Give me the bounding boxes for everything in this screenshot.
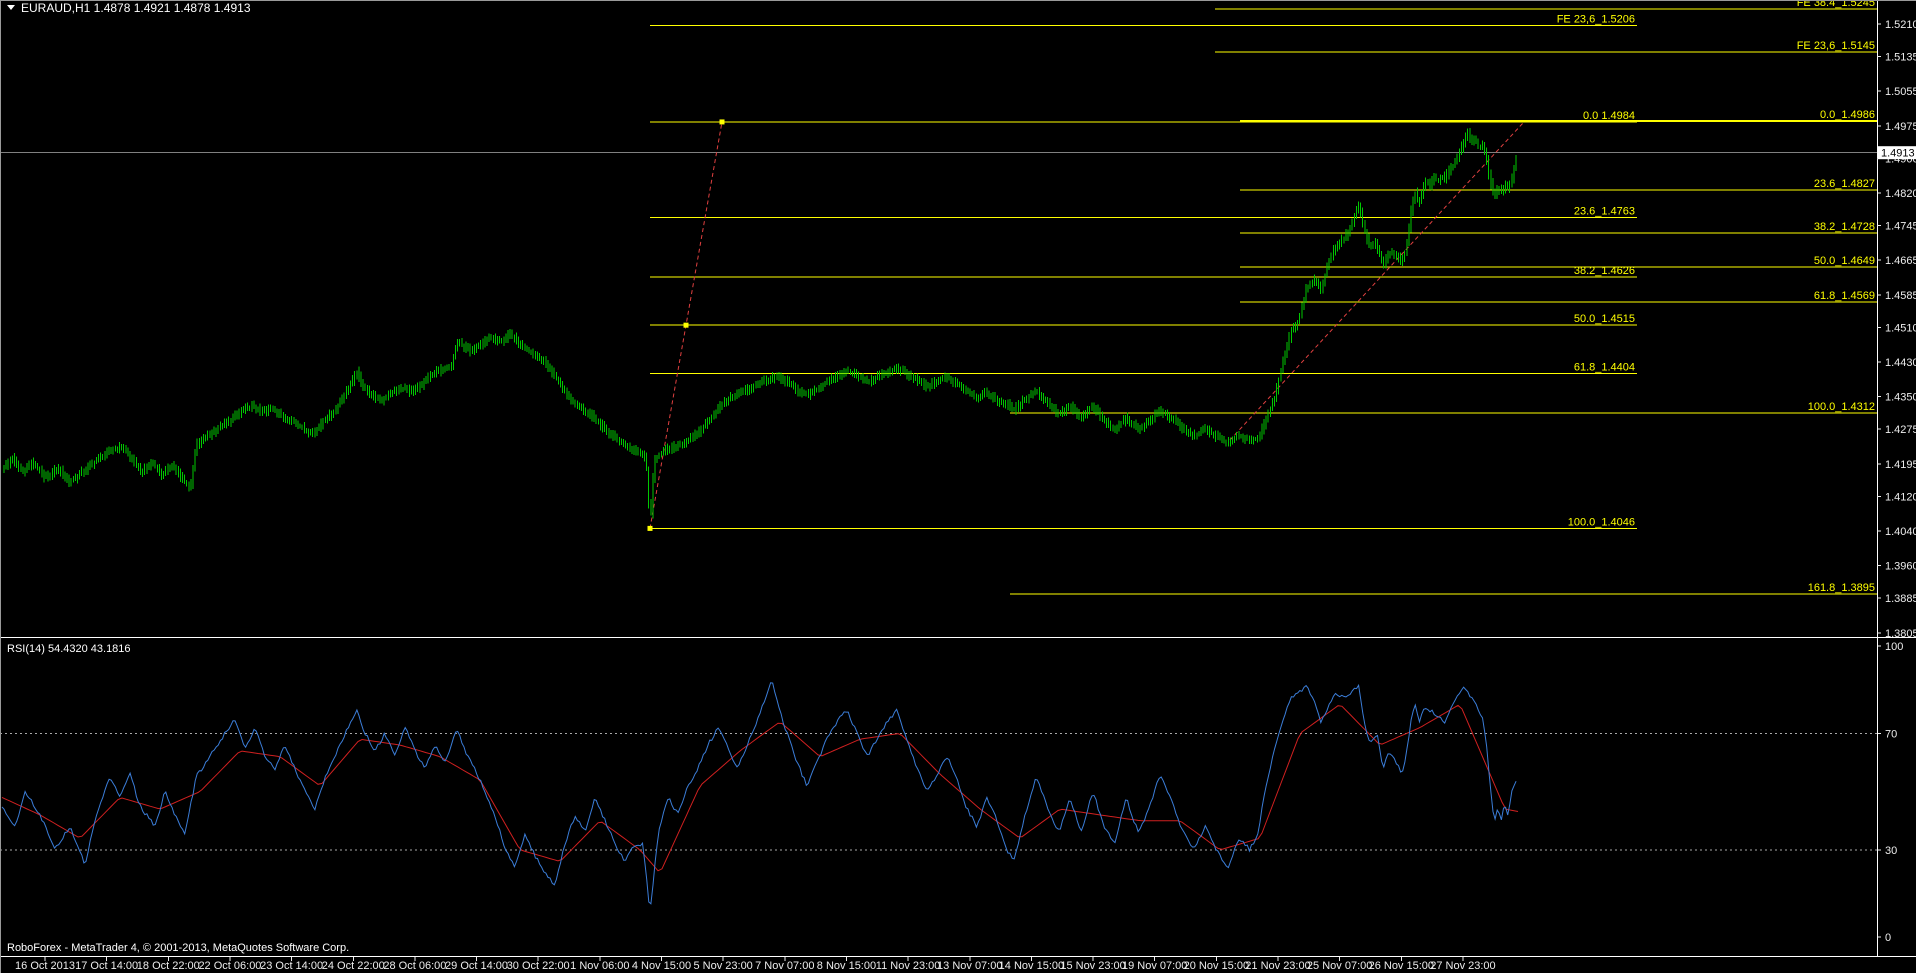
fib-level-label: 0.0_1.4986 <box>1820 109 1875 121</box>
price-axis-label: 1.4585 <box>1885 290 1916 302</box>
time-axis-label: 4 Nov 15:00 <box>632 960 691 972</box>
rsi-axis-label: 70 <box>1885 728 1897 740</box>
rsi-axis-label: 30 <box>1885 845 1897 857</box>
time-axis-label: 26 Nov 15:00 <box>1369 960 1434 972</box>
time-axis-label: 21 Nov 23:00 <box>1245 960 1310 972</box>
time-axis-label: 13 Nov 07:00 <box>937 960 1002 972</box>
trendline-anchor-marker <box>647 525 653 531</box>
fib-trendline <box>1229 121 1525 441</box>
price-axis-label: 1.4195 <box>1885 459 1916 471</box>
price-axis-label: 1.5210 <box>1885 19 1916 31</box>
price-axis-label: 1.4975 <box>1885 121 1916 133</box>
fib-level-label: 100.0_1.4046 <box>1568 516 1635 528</box>
price-axis-label: 1.4665 <box>1885 255 1916 267</box>
time-axis-label: 17 Oct 14:00 <box>75 960 138 972</box>
rsi-axis-label: 0 <box>1885 932 1891 944</box>
price-axis-label: 1.4745 <box>1885 220 1916 232</box>
fib-level-label: 161.8_1.3895 <box>1808 582 1875 594</box>
time-axis-label: 22 Oct 06:00 <box>198 960 261 972</box>
price-axis-label: 1.3960 <box>1885 561 1916 573</box>
time-axis-label: 14 Nov 15:00 <box>999 960 1064 972</box>
time-axis-label: 8 Nov 15:00 <box>817 960 876 972</box>
price-axis-label: 1.4510 <box>1885 322 1916 334</box>
fib-level-label: 23.6_1.4763 <box>1574 206 1635 218</box>
time-axis-label: 15 Nov 23:00 <box>1060 960 1125 972</box>
time-axis-label: 20 Nov 15:00 <box>1184 960 1249 972</box>
time-axis-label: 29 Oct 14:00 <box>445 960 508 972</box>
copyright-text: RoboForex - MetaTrader 4, © 2001-2013, M… <box>7 942 349 954</box>
time-axis-label: 11 Nov 23:00 <box>876 960 941 972</box>
trendline-anchor-marker <box>719 119 725 125</box>
price-axis-label: 1.5055 <box>1885 86 1916 98</box>
time-axis-label: 5 Nov 23:00 <box>693 960 752 972</box>
fib-level-label: 38.2_1.4728 <box>1814 221 1875 233</box>
price-axis-label: 1.3885 <box>1885 593 1916 605</box>
fib-level-label: 23.6_1.4827 <box>1814 178 1875 190</box>
fib-level-label: 100.0_1.4312 <box>1808 401 1875 413</box>
time-axis-label: 28 Oct 06:00 <box>383 960 446 972</box>
price-axis-label: 1.4820 <box>1885 188 1916 200</box>
time-axis-label: 19 Nov 07:00 <box>1122 960 1187 972</box>
price-axis-label: 1.4040 <box>1885 526 1916 538</box>
time-axis-label: 1 Nov 06:00 <box>570 960 629 972</box>
rsi-main-line <box>1 682 1517 905</box>
price-axis-label: 1.5135 <box>1885 51 1916 63</box>
price-axis-label: 1.3805 <box>1885 628 1916 640</box>
chart-title: EURAUD,H1 1.4878 1.4921 1.4878 1.4913 <box>21 1 251 15</box>
current-price-value: 1.4913 <box>1881 148 1915 160</box>
price-axis-label: 1.4350 <box>1885 392 1916 404</box>
price-axis-label: 1.4430 <box>1885 357 1916 369</box>
fib-level-label: FE 23,6_1.5206 <box>1557 14 1635 26</box>
fib-level-label: 38.2_1.4626 <box>1574 265 1635 277</box>
time-axis-label: 18 Oct 22:00 <box>137 960 200 972</box>
rsi-axis-label: 100 <box>1885 641 1903 653</box>
time-axis-label: 24 Oct 22:00 <box>322 960 385 972</box>
rsi-indicator-label: RSI(14) 54.4320 43.1816 <box>7 643 131 655</box>
fib-level-label: 50.0_1.4649 <box>1814 255 1875 267</box>
time-axis-label: 16 Oct 2013 <box>15 960 75 972</box>
time-axis-label: 27 Nov 23:00 <box>1430 960 1495 972</box>
chart-canvas[interactable]: FE 38.4_1.5245 FE 23,6_1.5206 FE 23,6_1.51… <box>0 0 1916 973</box>
time-axis-label: 7 Nov 07:00 <box>755 960 814 972</box>
trendline-anchor-marker <box>683 322 689 328</box>
fib-level-label: FE 38.4_1.5245 <box>1797 0 1875 9</box>
price-axis-label: 1.4120 <box>1885 491 1916 503</box>
symbol-dropdown-icon[interactable] <box>7 5 15 10</box>
time-axis-label: 25 Nov 07:00 <box>1307 960 1372 972</box>
mt4-chart-window: FE 38.4_1.5245 FE 23,6_1.5206 FE 23,6_1.51… <box>0 0 1916 973</box>
time-axis-label: 23 Oct 14:00 <box>260 960 323 972</box>
price-bars <box>3 127 1517 519</box>
time-axis-label: 30 Oct 22:00 <box>507 960 570 972</box>
price-axis-label: 1.4275 <box>1885 424 1916 436</box>
fib-level-label: 61.8_1.4404 <box>1574 361 1635 373</box>
rsi-signal-line <box>1 704 1519 872</box>
fib-level-label: 61.8_1.4569 <box>1814 290 1875 302</box>
fib-level-label: 50.0_1.4515 <box>1574 313 1635 325</box>
fib-level-label: FE 23,6_1.5145 <box>1797 40 1875 52</box>
